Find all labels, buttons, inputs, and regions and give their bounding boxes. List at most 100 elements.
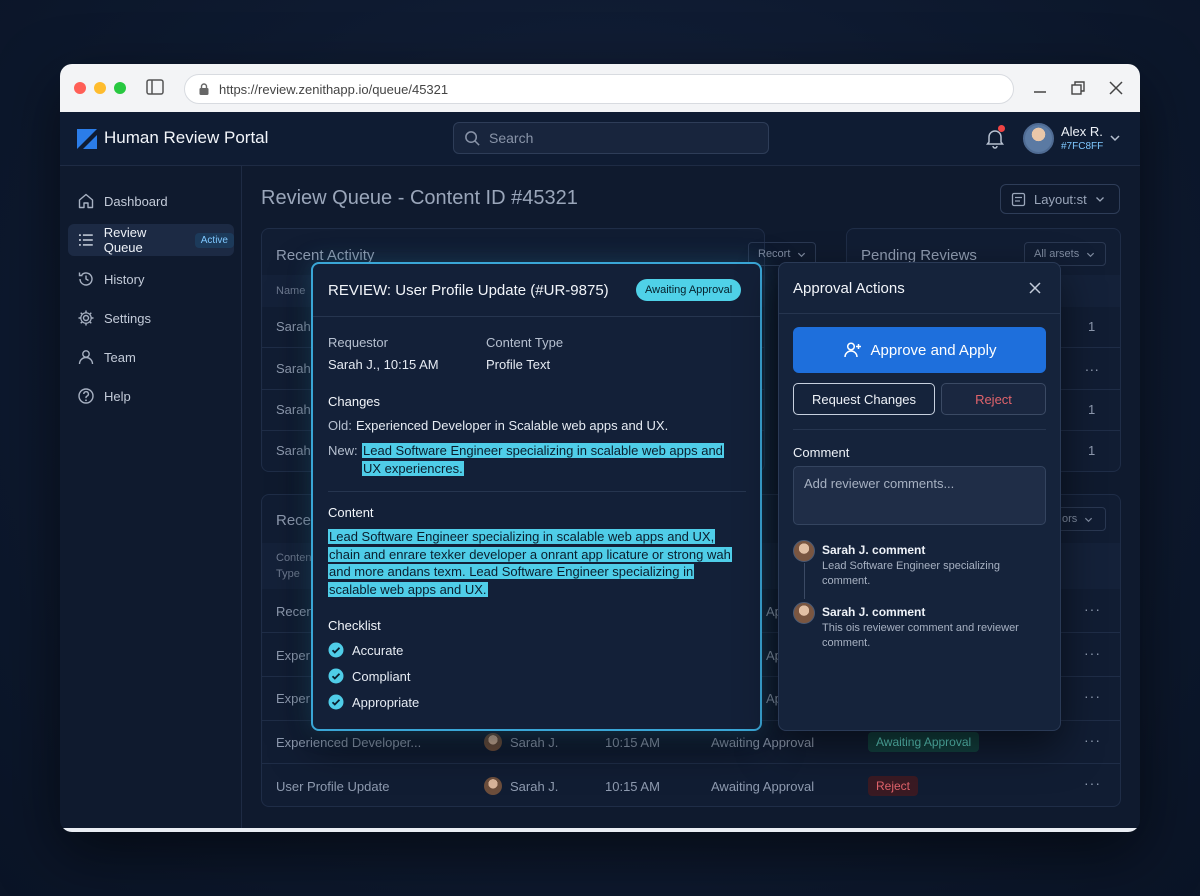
chevron-down-icon (1095, 197, 1104, 202)
checklist-heading: Checklist (328, 618, 381, 633)
old-label: Old: (328, 418, 352, 433)
window-bottom-edge (60, 828, 1140, 832)
user-cell: Sarah J. (510, 779, 559, 794)
sidebar-item-label: Help (104, 388, 131, 404)
search-placeholder: Search (489, 130, 534, 146)
close-window-button[interactable] (74, 82, 86, 94)
list-icon (78, 234, 93, 246)
sidebar-toggle-icon[interactable] (146, 79, 164, 95)
approval-panel: Approval Actions Approve and Apply Reque… (778, 262, 1061, 731)
sidebar-item-label: Settings (104, 310, 151, 326)
sidebar-item-label: History (104, 271, 145, 287)
more-actions-icon[interactable]: ··· (1084, 601, 1101, 617)
sidebar-item-label: Team (104, 349, 136, 365)
table-row[interactable]: Exper (276, 648, 310, 663)
comment-author: Sarah J. comment (822, 543, 926, 557)
maximize-window-button[interactable] (114, 82, 126, 94)
checklist-item-accurate[interactable]: Accurate (328, 642, 403, 658)
help-icon (78, 388, 94, 404)
filter-label: ors (1062, 513, 1078, 525)
pending-count: 1 (1088, 402, 1096, 417)
comment-label: Comment (793, 445, 850, 460)
sidebar-item-help[interactable]: Help (68, 380, 234, 412)
table-row[interactable]: Exper (276, 691, 310, 706)
more-actions-icon[interactable]: ··· (1084, 732, 1101, 748)
restore-icon[interactable] (1068, 78, 1088, 98)
column-header-content: Conten (276, 552, 312, 564)
minimize-icon[interactable] (1030, 78, 1050, 98)
search-input[interactable]: Search (453, 122, 769, 154)
address-bar[interactable]: https://review.zenithapp.io/queue/45321 (184, 74, 1014, 104)
new-value: Lead Software Engineer specializing in s… (362, 442, 742, 477)
content-type-value: Profile Text (486, 357, 551, 372)
filter-label: All arsets (1034, 248, 1080, 260)
reject-button[interactable]: Reject (941, 383, 1046, 415)
panel-divider (779, 313, 1060, 314)
request-changes-button[interactable]: Request Changes (793, 383, 935, 415)
checklist-item-appropriate[interactable]: Appropriate (328, 694, 419, 710)
search-icon (465, 130, 480, 146)
sidebar-item-team[interactable]: Team (68, 341, 234, 373)
table-row[interactable]: Sarah (276, 361, 311, 376)
lock-icon (199, 83, 209, 95)
comment-author: Sarah J. comment (822, 605, 926, 619)
checklist-item-compliant[interactable]: Compliant (328, 668, 411, 684)
layout-dropdown[interactable]: Layout:st (1000, 184, 1120, 214)
checklist-label: Accurate (352, 642, 404, 658)
checklist-label: Appropriate (352, 694, 420, 710)
table-row[interactable]: Experienced Developer... (276, 735, 421, 750)
more-actions-icon[interactable]: ··· (1084, 688, 1101, 704)
chevron-down-icon (798, 252, 806, 257)
column-header-type: Type (276, 568, 300, 580)
pending-count: 1 (1088, 319, 1096, 334)
url-text: https://review.zenithapp.io/queue/45321 (219, 81, 449, 97)
chevron-down-icon (1085, 517, 1093, 522)
sidebar-item-review-queue[interactable]: Review Queue Active (68, 224, 234, 256)
table-row[interactable]: Sarah (276, 402, 311, 417)
comment-input[interactable] (793, 466, 1046, 525)
sidebar: Dashboard Review Queue Active History Se… (60, 166, 242, 832)
close-icon[interactable] (1106, 78, 1126, 98)
gear-icon (78, 310, 94, 326)
approve-button[interactable]: Approve and Apply (793, 327, 1046, 373)
requestor-label: Requestor (328, 335, 388, 350)
more-actions-icon[interactable]: ··· (1084, 775, 1101, 791)
more-actions-icon[interactable]: ... (1085, 358, 1100, 374)
row-divider (262, 763, 1120, 764)
content-text-body: Lead Software Engineer specializing in s… (328, 529, 732, 597)
app-title: Human Review Portal (104, 128, 269, 147)
filter-label: Recort (758, 248, 791, 260)
table-row[interactable]: Sarah (276, 319, 311, 334)
comment-thread-line (804, 563, 805, 599)
avatar[interactable] (1023, 123, 1054, 154)
home-icon (78, 193, 94, 209)
new-label: New: (328, 443, 358, 458)
modal-divider (313, 316, 760, 317)
sidebar-item-dashboard[interactable]: Dashboard (68, 185, 234, 217)
user-name: Alex R. (1061, 124, 1103, 139)
history-icon (78, 272, 93, 286)
panel-divider (793, 429, 1046, 430)
layout-icon (1011, 192, 1026, 206)
chevron-down-icon[interactable] (1109, 132, 1121, 144)
sidebar-item-history[interactable]: History (68, 263, 234, 295)
changes-heading: Changes (328, 394, 381, 409)
comment-text: This ois reviewer comment and reviewer c… (822, 622, 1019, 649)
table-row[interactable]: Recen (276, 604, 314, 619)
user-cell: Sarah J. (510, 735, 559, 750)
active-badge: Active (194, 232, 234, 248)
time-cell: 10:15 AM (605, 735, 660, 750)
table-row[interactable]: Sarah (276, 443, 311, 458)
sidebar-item-label: Review Queue (103, 225, 147, 255)
more-actions-icon[interactable]: ··· (1084, 645, 1101, 661)
page-title: Review Queue - Content ID #45321 (261, 187, 578, 209)
section-divider (328, 491, 746, 492)
check-circle-icon (328, 694, 344, 710)
minimize-window-button[interactable] (94, 82, 106, 94)
status-cell: Awaiting Approval (711, 735, 815, 750)
close-icon[interactable] (1027, 280, 1043, 296)
card-title: Rece (276, 512, 312, 529)
sidebar-item-settings[interactable]: Settings (68, 302, 234, 334)
avatar (793, 602, 815, 624)
table-row[interactable]: User Profile Update (276, 779, 389, 794)
